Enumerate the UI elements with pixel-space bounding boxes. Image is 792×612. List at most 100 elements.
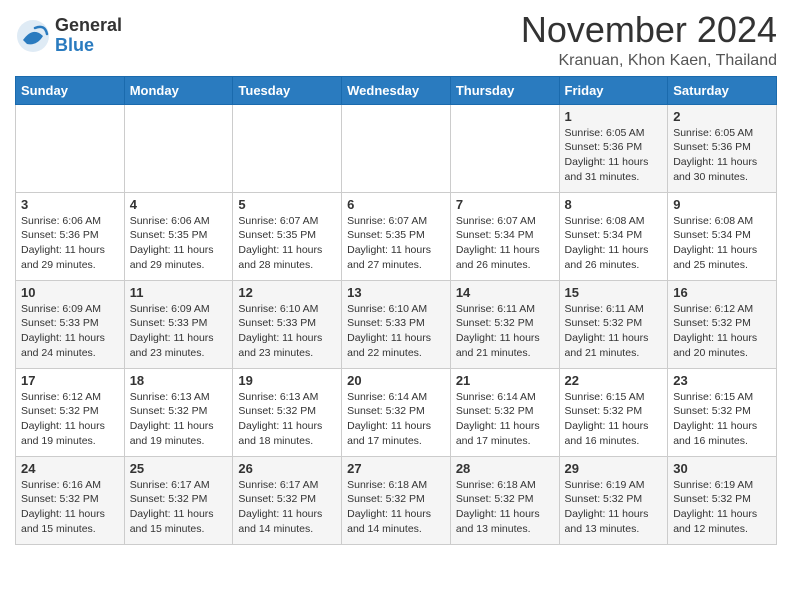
day-number: 18 [130, 373, 228, 388]
calendar-day-cell: 25 Sunrise: 6:17 AM Sunset: 5:32 PM Dayli… [124, 456, 233, 544]
day-info: Sunrise: 6:15 AM Sunset: 5:32 PM Dayligh… [565, 390, 663, 449]
day-info: Sunrise: 6:13 AM Sunset: 5:32 PM Dayligh… [238, 390, 336, 449]
calendar-day-cell: 27Sunrise: 6:18 AM Sunset: 5:32 PM Dayli… [342, 456, 451, 544]
day-number: 16 [673, 285, 771, 300]
col-sunday: Sunday [16, 76, 125, 104]
col-wednesday: Wednesday [342, 76, 451, 104]
calendar-day-cell: 26 Sunrise: 6:17 AM Sunset: 5:32 PM Dayli… [233, 456, 342, 544]
location: Kranuan, Khon Kaen, Thailand [521, 52, 777, 70]
day-info: Sunrise: 6:12 AM Sunset: 5:32 PM Dayligh… [21, 390, 119, 449]
calendar-day-cell: 10Sunrise: 6:09 AM Sunset: 5:33 PM Dayli… [16, 280, 125, 368]
day-info: Sunrise: 6:11 AM Sunset: 5:32 PM Dayligh… [565, 302, 663, 361]
day-number: 8 [565, 197, 663, 212]
calendar-week-row: 3 Sunrise: 6:06 AM Sunset: 5:36 PM Daylig… [16, 192, 777, 280]
day-info: Sunrise: 6:09 AM Sunset: 5:33 PM Dayligh… [130, 302, 228, 361]
calendar-day-cell: 19 Sunrise: 6:13 AM Sunset: 5:32 PM Dayli… [233, 368, 342, 456]
calendar-week-row: 24 Sunrise: 6:16 AM Sunset: 5:32 PM Dayli… [16, 456, 777, 544]
day-info: Sunrise: 6:13 AM Sunset: 5:32 PM Dayligh… [130, 390, 228, 449]
day-info: Sunrise: 6:10 AM Sunset: 5:33 PM Dayligh… [347, 302, 445, 361]
calendar-day-cell: 24 Sunrise: 6:16 AM Sunset: 5:32 PM Dayli… [16, 456, 125, 544]
calendar-day-cell: 13 Sunrise: 6:10 AM Sunset: 5:33 PM Dayli… [342, 280, 451, 368]
day-info: Sunrise: 6:19 AM Sunset: 5:32 PM Dayligh… [565, 478, 663, 537]
calendar-day-cell: 6 Sunrise: 6:07 AM Sunset: 5:35 PM Daylig… [342, 192, 451, 280]
calendar-day-cell: 15 Sunrise: 6:11 AM Sunset: 5:32 PM Dayli… [559, 280, 668, 368]
day-info: Sunrise: 6:16 AM Sunset: 5:32 PM Dayligh… [21, 478, 119, 537]
logo-text: General Blue [55, 16, 122, 56]
day-info: Sunrise: 6:12 AM Sunset: 5:32 PM Dayligh… [673, 302, 771, 361]
day-number: 25 [130, 461, 228, 476]
day-info: Sunrise: 6:18 AM Sunset: 5:32 PM Dayligh… [456, 478, 554, 537]
day-number: 12 [238, 285, 336, 300]
day-number: 21 [456, 373, 554, 388]
day-number: 1 [565, 109, 663, 124]
calendar-day-cell: 8 Sunrise: 6:08 AM Sunset: 5:34 PM Daylig… [559, 192, 668, 280]
day-number: 3 [21, 197, 119, 212]
day-info: Sunrise: 6:17 AM Sunset: 5:32 PM Dayligh… [130, 478, 228, 537]
col-saturday: Saturday [668, 76, 777, 104]
day-info: Sunrise: 6:08 AM Sunset: 5:34 PM Dayligh… [673, 214, 771, 273]
calendar-day-cell: 2 Sunrise: 6:05 AM Sunset: 5:36 PM Daylig… [668, 104, 777, 192]
day-number: 4 [130, 197, 228, 212]
day-info: Sunrise: 6:05 AM Sunset: 5:36 PM Dayligh… [673, 126, 771, 185]
calendar-day-cell: 7Sunrise: 6:07 AM Sunset: 5:34 PM Daylig… [450, 192, 559, 280]
calendar-day-cell: 23Sunrise: 6:15 AM Sunset: 5:32 PM Dayli… [668, 368, 777, 456]
calendar-day-cell: 11 Sunrise: 6:09 AM Sunset: 5:33 PM Dayli… [124, 280, 233, 368]
calendar-day-cell: 30Sunrise: 6:19 AM Sunset: 5:32 PM Dayli… [668, 456, 777, 544]
calendar-day-cell: 22 Sunrise: 6:15 AM Sunset: 5:32 PM Dayli… [559, 368, 668, 456]
day-info: Sunrise: 6:17 AM Sunset: 5:32 PM Dayligh… [238, 478, 336, 537]
day-info: Sunrise: 6:05 AM Sunset: 5:36 PM Dayligh… [565, 126, 663, 185]
logo-icon [15, 18, 51, 54]
day-number: 24 [21, 461, 119, 476]
day-number: 11 [130, 285, 228, 300]
day-number: 2 [673, 109, 771, 124]
title-block: November 2024 Kranuan, Khon Kaen, Thaila… [521, 10, 777, 70]
calendar-day-cell: 16 Sunrise: 6:12 AM Sunset: 5:32 PM Dayli… [668, 280, 777, 368]
day-number: 6 [347, 197, 445, 212]
day-number: 26 [238, 461, 336, 476]
calendar-day-cell [233, 104, 342, 192]
logo-general: General [55, 16, 122, 36]
calendar-table: Sunday Monday Tuesday Wednesday Thursday… [15, 76, 777, 545]
calendar-day-cell: 5 Sunrise: 6:07 AM Sunset: 5:35 PM Daylig… [233, 192, 342, 280]
calendar-day-cell [124, 104, 233, 192]
day-number: 5 [238, 197, 336, 212]
calendar-day-cell: 1 Sunrise: 6:05 AM Sunset: 5:36 PM Daylig… [559, 104, 668, 192]
day-number: 14 [456, 285, 554, 300]
calendar-week-row: 1 Sunrise: 6:05 AM Sunset: 5:36 PM Daylig… [16, 104, 777, 192]
col-thursday: Thursday [450, 76, 559, 104]
day-number: 15 [565, 285, 663, 300]
day-info: Sunrise: 6:11 AM Sunset: 5:32 PM Dayligh… [456, 302, 554, 361]
day-info: Sunrise: 6:14 AM Sunset: 5:32 PM Dayligh… [456, 390, 554, 449]
day-info: Sunrise: 6:07 AM Sunset: 5:35 PM Dayligh… [347, 214, 445, 273]
day-info: Sunrise: 6:15 AM Sunset: 5:32 PM Dayligh… [673, 390, 771, 449]
day-number: 28 [456, 461, 554, 476]
calendar-day-cell: 21 Sunrise: 6:14 AM Sunset: 5:32 PM Dayli… [450, 368, 559, 456]
calendar-page: General Blue November 2024 Kranuan, Khon… [0, 0, 792, 560]
logo: General Blue [15, 16, 122, 56]
calendar-week-row: 17Sunrise: 6:12 AM Sunset: 5:32 PM Dayli… [16, 368, 777, 456]
logo-blue: Blue [55, 36, 122, 56]
calendar-day-cell [450, 104, 559, 192]
page-header: General Blue November 2024 Kranuan, Khon… [15, 10, 777, 70]
day-info: Sunrise: 6:08 AM Sunset: 5:34 PM Dayligh… [565, 214, 663, 273]
day-info: Sunrise: 6:07 AM Sunset: 5:35 PM Dayligh… [238, 214, 336, 273]
calendar-day-cell: 17Sunrise: 6:12 AM Sunset: 5:32 PM Dayli… [16, 368, 125, 456]
day-number: 19 [238, 373, 336, 388]
day-number: 22 [565, 373, 663, 388]
day-number: 13 [347, 285, 445, 300]
calendar-day-cell: 28 Sunrise: 6:18 AM Sunset: 5:32 PM Dayli… [450, 456, 559, 544]
day-number: 10 [21, 285, 119, 300]
calendar-day-cell: 29Sunrise: 6:19 AM Sunset: 5:32 PM Dayli… [559, 456, 668, 544]
day-info: Sunrise: 6:06 AM Sunset: 5:36 PM Dayligh… [21, 214, 119, 273]
calendar-day-cell: 3 Sunrise: 6:06 AM Sunset: 5:36 PM Daylig… [16, 192, 125, 280]
day-info: Sunrise: 6:06 AM Sunset: 5:35 PM Dayligh… [130, 214, 228, 273]
day-info: Sunrise: 6:18 AM Sunset: 5:32 PM Dayligh… [347, 478, 445, 537]
calendar-day-cell: 18 Sunrise: 6:13 AM Sunset: 5:32 PM Dayli… [124, 368, 233, 456]
col-friday: Friday [559, 76, 668, 104]
day-info: Sunrise: 6:10 AM Sunset: 5:33 PM Dayligh… [238, 302, 336, 361]
calendar-day-cell: 12 Sunrise: 6:10 AM Sunset: 5:33 PM Dayli… [233, 280, 342, 368]
calendar-day-cell: 14 Sunrise: 6:11 AM Sunset: 5:32 PM Dayli… [450, 280, 559, 368]
day-number: 9 [673, 197, 771, 212]
col-tuesday: Tuesday [233, 76, 342, 104]
calendar-day-cell [16, 104, 125, 192]
